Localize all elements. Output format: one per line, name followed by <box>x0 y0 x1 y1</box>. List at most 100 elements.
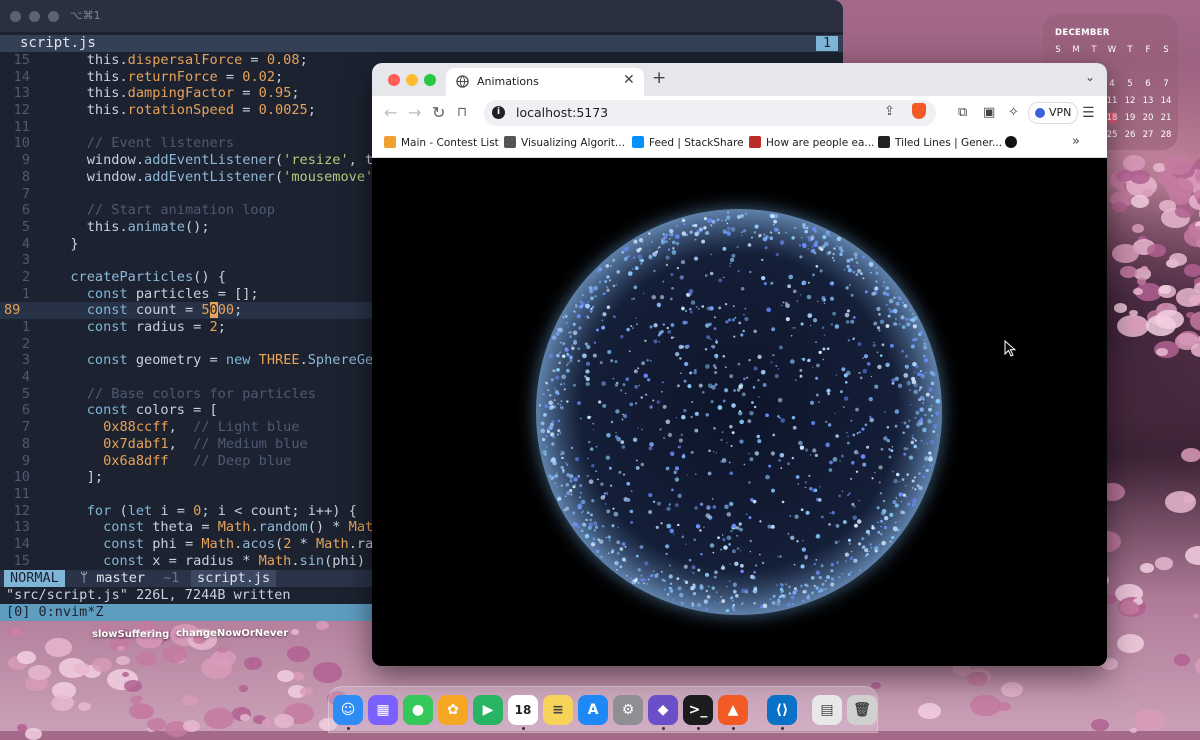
particle <box>920 440 922 442</box>
blossom-decoration <box>28 665 50 681</box>
code-line[interactable]: 14 const phi = Math.acos(2 * Math.ran <box>0 536 372 553</box>
vim-buffer-name[interactable]: script.js <box>20 35 96 52</box>
particle <box>769 598 771 600</box>
brave-shields-icon[interactable] <box>912 103 926 119</box>
code-line[interactable]: 5 // Base colors for particles <box>0 386 372 403</box>
code-line[interactable]: 3 const geometry = new THREE.SphereGeo <box>0 352 372 369</box>
particle <box>906 425 910 429</box>
code-line[interactable]: 8 0x7dabf1, // Medium blue <box>0 436 372 453</box>
reload-icon[interactable]: ↻ <box>432 103 445 122</box>
code-line[interactable]: 2 <box>0 336 372 353</box>
code-line[interactable]: 15 const x = radius * Math.sin(phi) * <box>0 553 372 570</box>
calendar-icon[interactable]: 18 <box>508 695 538 725</box>
code-line[interactable]: 12 for (let i = 0; i < count; i++) { <box>0 503 372 520</box>
desktop-folder-label[interactable]: slowSuffering <box>92 629 169 640</box>
code-line[interactable]: 3 <box>0 252 372 269</box>
browser-tab[interactable]: Animations ✕ <box>446 68 644 96</box>
code-line[interactable]: 11 <box>0 486 372 503</box>
code-line[interactable]: 9 window.addEventListener('resize', th <box>0 152 372 169</box>
facetime-icon[interactable]: ▶ <box>473 695 503 725</box>
code-line[interactable]: 89 const count = 5000; <box>0 302 372 319</box>
bookmark-item[interactable] <box>1005 136 1022 149</box>
particle <box>573 340 576 343</box>
share-icon[interactable]: ⇪ <box>884 104 895 119</box>
preview-icon[interactable]: ▤ <box>812 695 842 725</box>
bookmark-item[interactable]: Visualizing Algorit... <box>504 136 625 149</box>
new-tab-icon[interactable]: + <box>652 68 666 88</box>
code-line[interactable]: 10 ]; <box>0 469 372 486</box>
bookmark-item[interactable]: Tiled Lines | Gener... <box>878 136 1002 149</box>
code-line[interactable]: 13 this.dampingFactor = 0.95; <box>0 85 372 102</box>
code-line[interactable]: 9 0x6a8dff // Deep blue <box>0 453 372 470</box>
bookmark-item[interactable]: Main - Contest List <box>384 136 499 149</box>
particle <box>749 457 753 461</box>
code-line[interactable]: 6 // Start animation loop <box>0 202 372 219</box>
code-line[interactable]: 11 <box>0 119 372 136</box>
close-button[interactable] <box>388 74 400 86</box>
desktop-folder-label[interactable]: changeNowOrNever <box>176 628 270 640</box>
browser-window[interactable]: Animations ✕ + ⌄ ← → ↻ ⊓ i localhost:517… <box>372 63 1107 666</box>
trash-icon[interactable]: 🗑 <box>847 695 877 725</box>
more-bookmarks-icon[interactable]: » <box>1072 134 1080 149</box>
photos-icon[interactable]: ✿ <box>438 695 468 725</box>
back-icon[interactable]: ← <box>384 103 397 122</box>
code-line[interactable]: 4 } <box>0 236 372 253</box>
site-info-icon[interactable]: i <box>492 106 505 119</box>
code-line[interactable]: 14 this.returnForce = 0.02; <box>0 69 372 86</box>
brave-icon[interactable]: ▲ <box>718 695 748 725</box>
minimize-button[interactable] <box>29 11 40 22</box>
code-line[interactable]: 7 <box>0 186 372 203</box>
particle <box>551 405 555 409</box>
app-store-icon[interactable]: A <box>578 695 608 725</box>
code-editor[interactable]: 15 this.dispersalForce = 0.08;14 this.re… <box>0 52 372 569</box>
particle <box>604 492 606 494</box>
particle <box>590 447 593 450</box>
close-button[interactable] <box>10 11 21 22</box>
bookmark-item[interactable]: How are people ea... <box>749 136 874 149</box>
system-settings-icon[interactable]: ⚙ <box>613 695 643 725</box>
code-line[interactable]: 12 this.rotationSpeed = 0.0025; <box>0 102 372 119</box>
finder-icon[interactable]: ☺ <box>333 695 363 725</box>
code-token: * <box>291 536 316 552</box>
vpn-button[interactable]: VPN <box>1028 102 1078 124</box>
zoom-button[interactable] <box>48 11 59 22</box>
particle <box>856 261 859 264</box>
code-line[interactable]: 4 <box>0 369 372 386</box>
page-viewport[interactable] <box>372 158 1107 666</box>
particle <box>800 294 801 295</box>
launchpad-icon[interactable]: ▦ <box>368 695 398 725</box>
close-tab-icon[interactable]: ✕ <box>623 72 635 88</box>
messages-icon[interactable]: ● <box>403 695 433 725</box>
leo-ai-icon[interactable]: ✧ <box>1008 105 1019 120</box>
zoom-button[interactable] <box>424 74 436 86</box>
code-line[interactable]: 8 window.addEventListener('mousemove', <box>0 169 372 186</box>
particle <box>820 269 823 272</box>
tab-search-chevron-icon[interactable]: ⌄ <box>1085 70 1095 84</box>
address-bar[interactable]: i localhost:5173 ⇪ <box>484 100 936 126</box>
particle <box>555 390 559 394</box>
terminal-icon[interactable]: >_ <box>683 695 713 725</box>
minimize-button[interactable] <box>406 74 418 86</box>
code-line[interactable]: 5 this.animate(); <box>0 219 372 236</box>
obsidian-icon[interactable]: ◆ <box>648 695 678 725</box>
extensions-icon[interactable]: ⧉ <box>958 105 967 120</box>
bookmark-item[interactable]: Feed | StackShare <box>632 136 744 149</box>
code-line[interactable]: 7 0x88ccff, // Light blue <box>0 419 372 436</box>
code-line[interactable]: 6 const colors = [ <box>0 402 372 419</box>
particle <box>571 347 575 351</box>
code-line[interactable]: 1 const radius = 2; <box>0 319 372 336</box>
menu-icon[interactable]: ☰ <box>1082 105 1095 121</box>
particle <box>628 271 633 276</box>
code-line[interactable]: 10 // Event listeners <box>0 135 372 152</box>
code-line[interactable]: 2 createParticles() { <box>0 269 372 286</box>
notes-icon[interactable]: ≡ <box>543 695 573 725</box>
bookmark-icon[interactable]: ⊓ <box>457 105 467 120</box>
forward-icon[interactable]: → <box>408 103 421 122</box>
vscode-icon[interactable]: ⟨⟩ <box>767 695 797 725</box>
code-line[interactable]: 15 this.dispersalForce = 0.08; <box>0 52 372 69</box>
code-line[interactable]: 1 const particles = []; <box>0 286 372 303</box>
code-line[interactable]: 13 const theta = Math.random() * Math <box>0 519 372 536</box>
particle <box>566 491 570 495</box>
sidebar-icon[interactable]: ▣ <box>983 105 995 120</box>
particle <box>598 400 601 403</box>
